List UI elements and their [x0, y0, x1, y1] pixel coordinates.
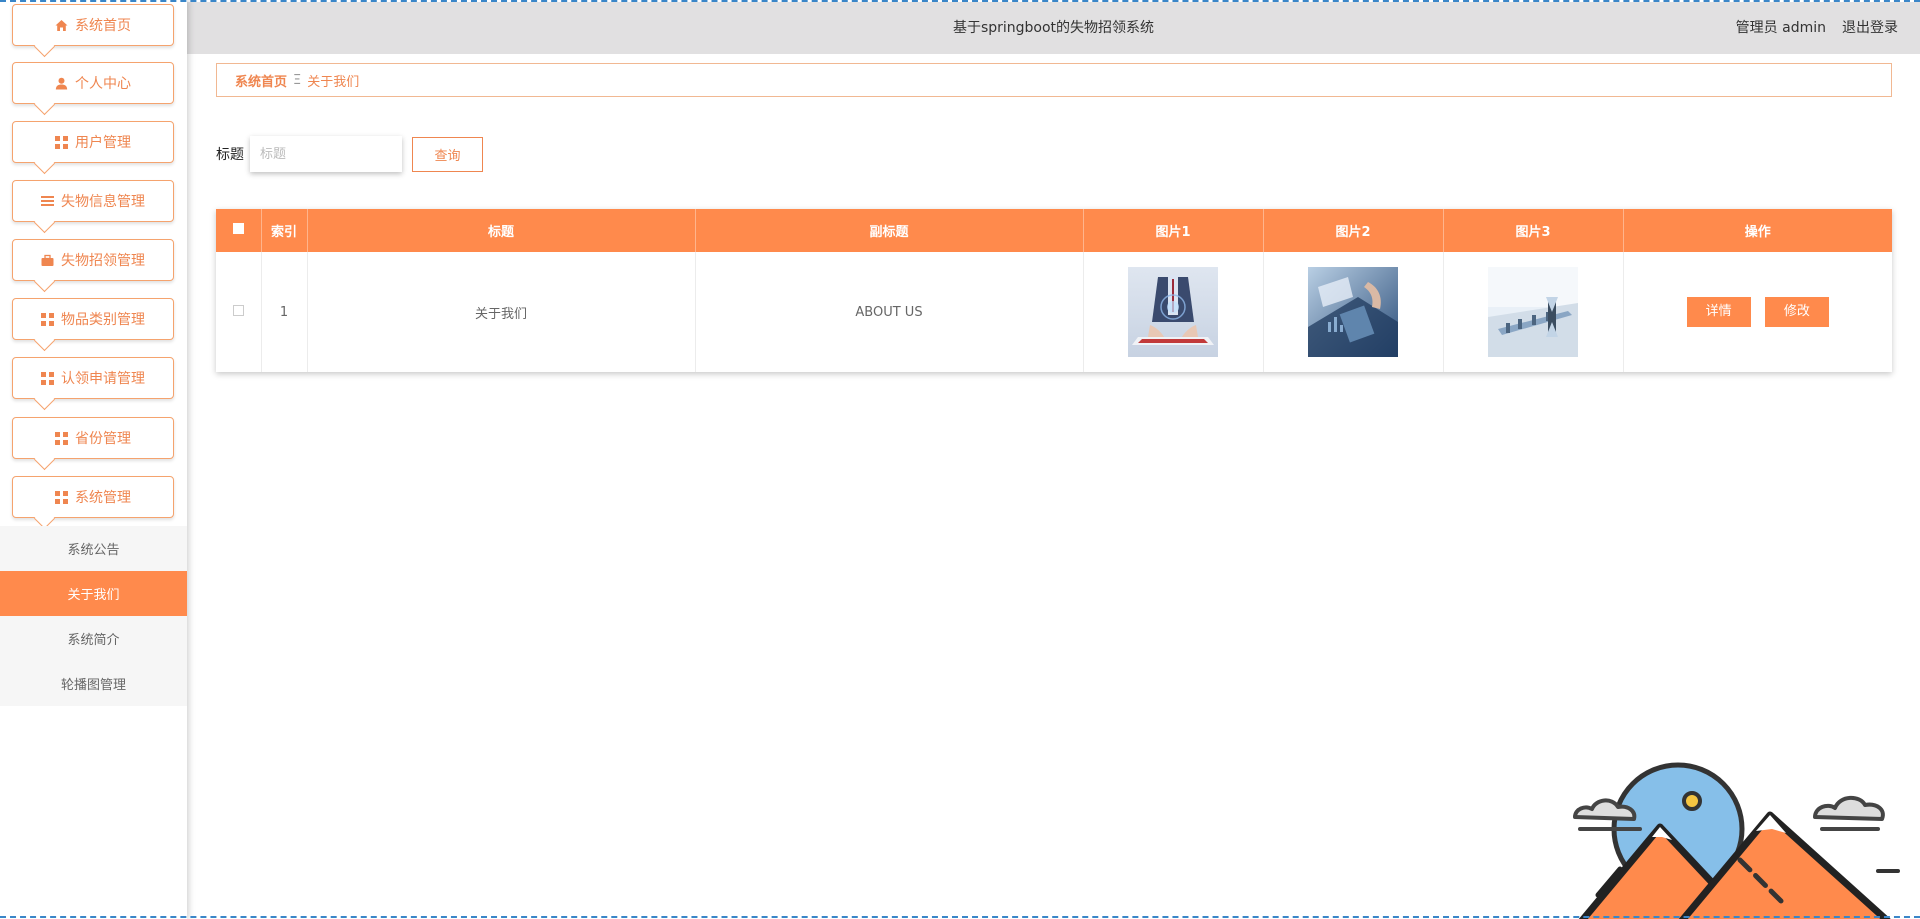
grid-icon — [55, 135, 68, 149]
edit-button[interactable]: 修改 — [1764, 297, 1829, 327]
column-header-actions: 操作 — [1623, 209, 1892, 252]
row-checkbox[interactable] — [232, 304, 244, 316]
image2-thumbnail[interactable] — [1308, 267, 1398, 357]
breadcrumb-separator: Ξ — [293, 72, 302, 88]
sidebar-item-lost-info[interactable]: 失物信息管理 — [12, 180, 174, 222]
submenu-item-carousel[interactable]: 轮播图管理 — [0, 661, 187, 706]
column-header-index: 索引 — [261, 209, 308, 252]
home-icon — [55, 19, 68, 32]
column-header-image2: 图片2 — [1263, 209, 1444, 252]
mountain-illustration — [1573, 762, 1900, 919]
cloud-right-icon — [1813, 795, 1885, 831]
sidebar-item-label: 用户管理 — [75, 135, 131, 151]
column-header-subtitle: 副标题 — [695, 209, 1084, 252]
sidebar-item-profile[interactable]: 个人中心 — [12, 62, 174, 104]
sidebar-item-label: 失物招领管理 — [61, 253, 145, 269]
column-header-image1: 图片1 — [1083, 209, 1264, 252]
list-icon — [41, 194, 54, 208]
sidebar-item-provinces[interactable]: 省份管理 — [12, 417, 174, 459]
submenu-item-system-intro[interactable]: 系统简介 — [0, 616, 187, 661]
current-user: 管理员 admin — [1735, 20, 1826, 36]
sidebar-item-lost-found[interactable]: 失物招领管理 — [12, 239, 174, 281]
image1-thumbnail[interactable] — [1128, 267, 1218, 357]
app-title: 基于springboot的失物招领系统 — [952, 20, 1155, 36]
grid-icon — [41, 312, 54, 326]
grid-icon — [55, 490, 68, 504]
sidebar-item-label: 物品类别管理 — [61, 312, 145, 328]
submenu-item-announcements[interactable]: 系统公告 — [0, 526, 187, 571]
row-index: 1 — [261, 252, 308, 372]
column-header-title: 标题 — [307, 209, 696, 252]
search-button[interactable]: 查询 — [412, 137, 483, 172]
grid-icon — [41, 371, 54, 385]
breadcrumb: 系统首页 Ξ 关于我们 — [216, 63, 1892, 97]
user-icon — [55, 77, 68, 90]
sidebar-item-label: 个人中心 — [75, 76, 131, 92]
sidebar-item-users[interactable]: 用户管理 — [12, 121, 174, 163]
briefcase-icon — [41, 254, 54, 267]
table-row: 1 关于我们 ABOUT US 详情 修改 — [216, 252, 1892, 372]
grid-icon — [55, 431, 68, 445]
row-subtitle: ABOUT US — [695, 252, 1084, 372]
logout-link[interactable]: 退出登录 — [1842, 2, 1898, 54]
select-all-cell — [216, 209, 262, 252]
select-all-checkbox[interactable] — [232, 223, 244, 234]
row-title: 关于我们 — [307, 252, 696, 372]
submenu-item-about-us[interactable]: 关于我们 — [0, 571, 187, 616]
sidebar-item-system[interactable]: 系统管理 — [12, 476, 174, 518]
sidebar-item-categories[interactable]: 物品类别管理 — [12, 298, 174, 340]
top-dashed-border — [0, 0, 1920, 2]
column-header-image3: 图片3 — [1443, 209, 1624, 252]
data-table: 索引 标题 副标题 图片1 图片2 图片3 操作 1 关于我们 ABOUT US — [216, 209, 1892, 372]
table-header-row: 索引 标题 副标题 图片1 图片2 图片3 操作 — [216, 209, 1892, 252]
row-image3-cell — [1443, 252, 1624, 372]
sidebar-item-label: 系统首页 — [75, 18, 131, 34]
row-select-cell — [216, 252, 262, 372]
search-label: 标题 — [216, 147, 244, 163]
bottom-dashed-border — [0, 916, 1920, 918]
sidebar-item-label: 认领申请管理 — [61, 371, 145, 387]
row-image1-cell — [1083, 252, 1264, 372]
sidebar-item-claims[interactable]: 认领申请管理 — [12, 357, 174, 399]
breadcrumb-home[interactable]: 系统首页 — [235, 71, 287, 90]
detail-button[interactable]: 详情 — [1686, 297, 1751, 327]
sidebar-item-home[interactable]: 系统首页 — [12, 4, 174, 46]
sidebar-item-label: 系统管理 — [75, 490, 131, 506]
top-bar: 基于springboot的失物招领系统 管理员 admin 退出登录 — [187, 2, 1920, 54]
image3-thumbnail[interactable] — [1488, 267, 1578, 357]
title-search-input[interactable] — [250, 136, 402, 172]
sidebar-item-label: 失物信息管理 — [61, 194, 145, 210]
row-image2-cell — [1263, 252, 1444, 372]
sidebar: 系统首页 个人中心 用户管理 失物信息管理 失物招领管理 物品类别管理 认领申请… — [0, 0, 187, 919]
breadcrumb-current: 关于我们 — [307, 74, 360, 90]
sidebar-item-label: 省份管理 — [75, 431, 131, 447]
row-actions-cell: 详情 修改 — [1623, 252, 1892, 372]
